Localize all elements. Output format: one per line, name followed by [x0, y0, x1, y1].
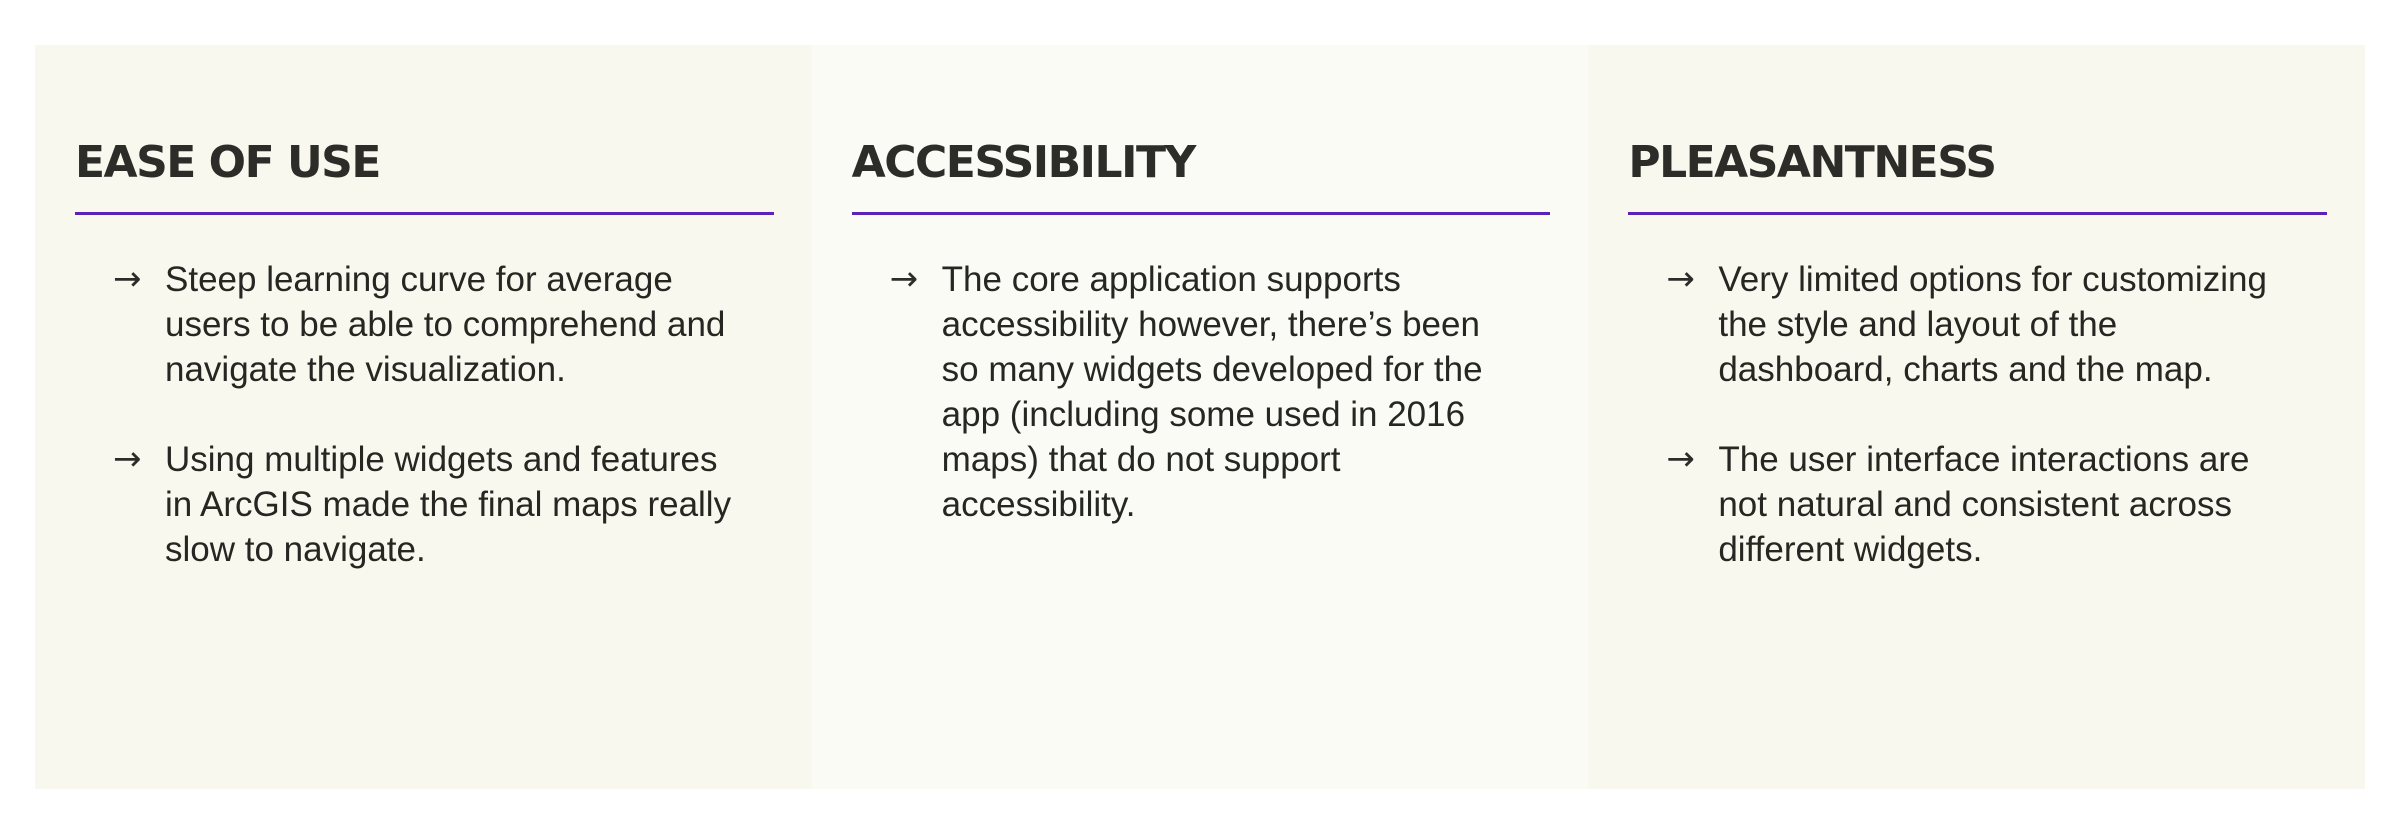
- panel-divider: [75, 212, 774, 215]
- list-item-text: Very limited options for customizing the…: [1718, 260, 2267, 389]
- arrow-right-icon: →: [113, 259, 142, 299]
- bullet-list: → The core application supports accessib…: [852, 257, 1551, 527]
- list-item-text: Steep learning curve for average users t…: [165, 260, 726, 389]
- arrow-right-icon: →: [113, 439, 142, 479]
- list-item-text: The user interface interactions are not …: [1718, 440, 2250, 569]
- arrow-right-icon: →: [889, 259, 919, 299]
- list-item: → Using multiple widgets and features in…: [113, 437, 774, 572]
- list-item: → Very limited options for customizing t…: [1666, 257, 2327, 392]
- panel-pleasantness: PLEASANTNESS → Very limited options for …: [1588, 45, 2366, 789]
- panel-ease-of-use: EASE OF USE → Steep learning curve for a…: [35, 45, 812, 789]
- arrow-right-icon: →: [1666, 439, 1695, 479]
- list-item: → Steep learning curve for average users…: [113, 257, 774, 392]
- arrow-right-icon: →: [1666, 259, 1695, 299]
- bullet-list: → Steep learning curve for average users…: [75, 257, 774, 572]
- bullet-list: → Very limited options for customizing t…: [1628, 257, 2327, 572]
- list-item-text: Using multiple widgets and features in A…: [165, 440, 732, 569]
- list-item: → The user interface interactions are no…: [1666, 437, 2327, 572]
- panel-title: PLEASANTNESS: [1628, 137, 1997, 188]
- panel-divider: [1628, 212, 2328, 215]
- list-item: → The core application supports accessib…: [890, 257, 1551, 527]
- findings-panels: EASE OF USE → Steep learning curve for a…: [35, 45, 2366, 789]
- panel-title: ACCESSIBILITY: [851, 137, 1197, 188]
- panel-accessibility: ACCESSIBILITY → The core application sup…: [811, 45, 1589, 789]
- panel-title: EASE OF USE: [75, 137, 381, 188]
- panel-divider: [851, 212, 1551, 215]
- list-item-text: The core application supports accessibil…: [941, 260, 1483, 524]
